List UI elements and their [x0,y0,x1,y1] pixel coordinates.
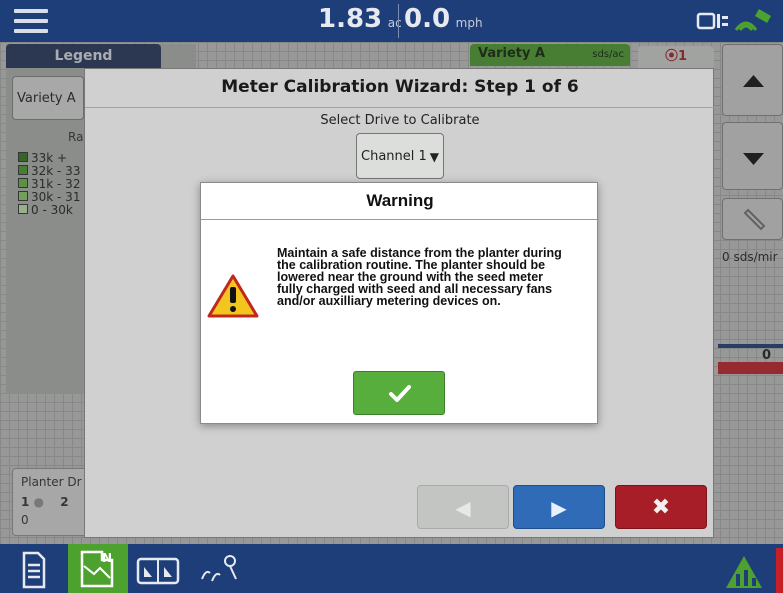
menu-icon[interactable] [14,9,48,35]
drive-select-label: Select Drive to Calibrate [320,113,480,128]
home-icon[interactable] [722,548,766,590]
close-icon: ✖ [651,495,671,520]
field-map-icon: N [80,550,114,588]
warning-dialog: Warning Maintain a safe distance from th… [200,182,599,424]
split-view-icon[interactable] [136,549,180,591]
arrow-right-icon: ▶ [551,496,567,520]
area-unit: ac [387,16,402,30]
warning-triangle-icon [207,274,259,318]
area-speed-readout: 1.83 ac 0.0 mph [318,4,488,38]
edge-indicator [776,548,783,593]
confirm-button[interactable] [353,371,445,415]
map-view-button[interactable]: N [68,544,128,593]
planter-setup-icon[interactable] [196,549,240,591]
warning-title: Warning [366,191,434,210]
speed-unit: mph [455,16,483,30]
area-value: 1.83 [318,4,383,34]
back-button[interactable]: ◀ [417,485,509,529]
warning-message: Maintain a safe distance from the plante… [277,246,562,308]
document-icon[interactable] [10,549,54,591]
divider [201,219,599,220]
dropdown-arrow-icon: ▼ [429,150,439,164]
next-button[interactable]: ▶ [513,485,605,529]
channel-dropdown-value: Channel 1 [361,149,427,164]
checkmark-icon [389,385,411,402]
cancel-button[interactable]: ✖ [615,485,707,529]
channel-dropdown[interactable]: Channel 1 ▼ [356,133,444,179]
divider [85,107,715,108]
gps-status-icon[interactable] [696,8,776,36]
svg-text:N: N [102,551,112,565]
arrow-left-icon: ◀ [455,496,471,520]
wizard-title: Meter Calibration Wizard: Step 1 of 6 [221,77,579,97]
speed-value: 0.0 [404,4,451,34]
